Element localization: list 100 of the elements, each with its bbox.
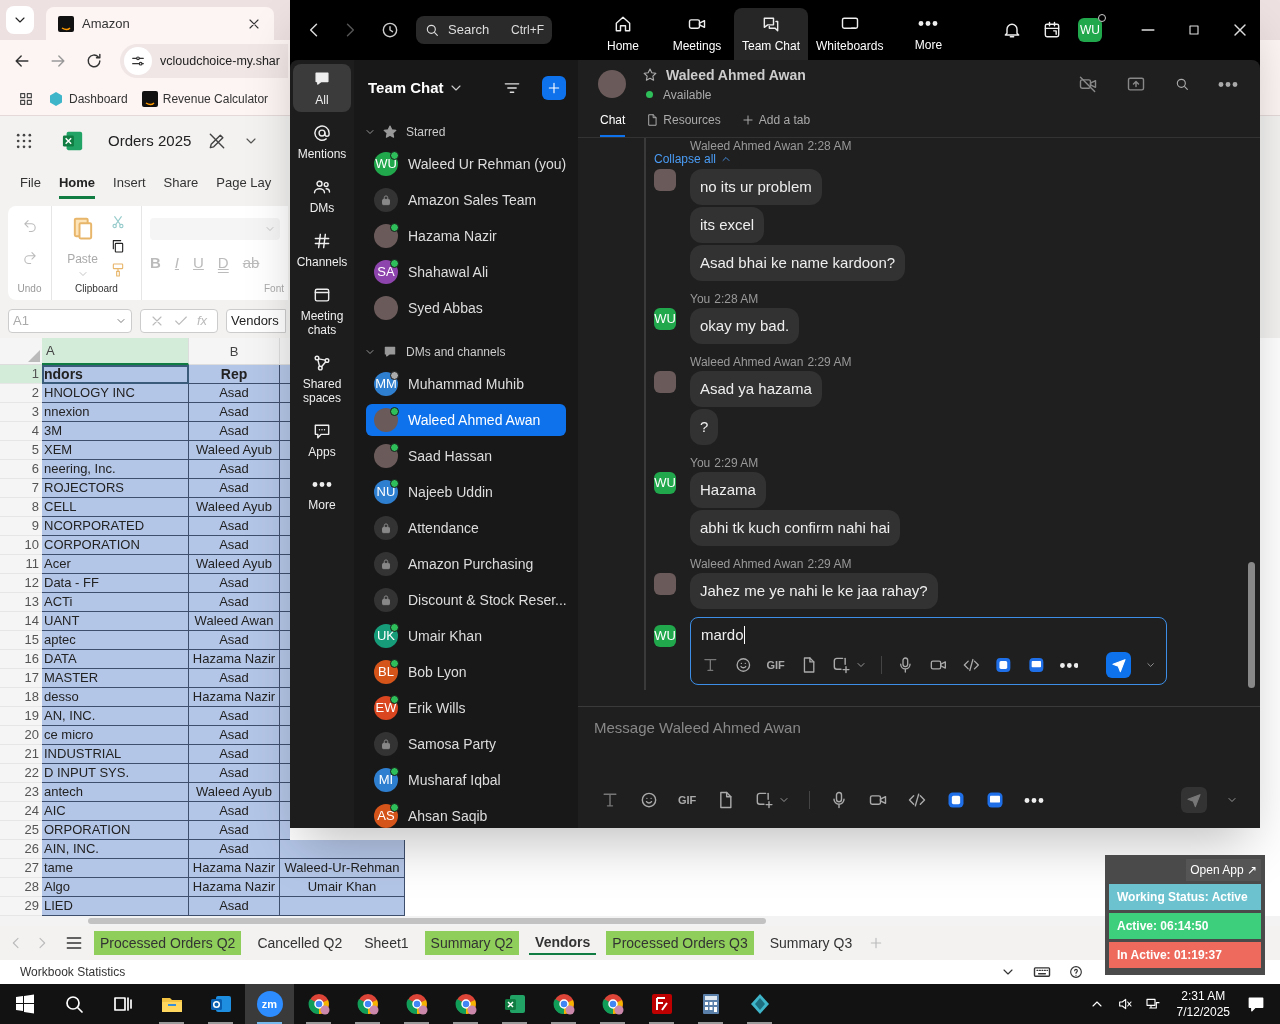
row-number[interactable]: 2 <box>0 384 42 403</box>
nav-tab[interactable]: Whiteboards <box>808 8 892 60</box>
send-button[interactable] <box>1106 652 1131 678</box>
browser-profile-icon[interactable] <box>355 992 380 1016</box>
row-number[interactable]: 8 <box>0 498 42 517</box>
ribbon-tab[interactable]: Insert <box>113 169 146 199</box>
message-input[interactable]: Message Waleed Ahmed Awan <box>594 707 1244 787</box>
list-title[interactable]: Team Chat <box>368 76 444 100</box>
contact-name[interactable]: Waleed Ahmed Awan <box>666 64 806 86</box>
row-number[interactable]: 24 <box>0 802 42 821</box>
search-field[interactable]: Search Ctrl+F <box>416 16 552 44</box>
chat-list-item[interactable]: MM Muhammad Muhib <box>366 368 566 400</box>
reply-input[interactable]: mardo <box>701 624 1156 646</box>
chat-list-item[interactable]: Discount & Stock Reser... <box>366 584 566 616</box>
ftp-app-icon[interactable] <box>649 992 674 1016</box>
screenshot-icon[interactable] <box>754 790 775 810</box>
row-number[interactable]: 3 <box>0 403 42 422</box>
chat-list-item[interactable]: BL Bob Lyon <box>366 656 566 688</box>
sheet-tab[interactable]: Summary Q3 <box>763 931 859 955</box>
chat-list-item[interactable]: Saad Hassan <box>366 440 566 472</box>
gif-button[interactable]: GIF <box>766 656 785 674</box>
chat-list-item[interactable]: Samosa Party <box>366 728 566 760</box>
row-number[interactable]: 13 <box>0 593 42 612</box>
share-screen-icon[interactable] <box>1126 74 1146 94</box>
browser-profile-icon[interactable] <box>600 992 625 1016</box>
address-bar[interactable]: vcloudchoice-my.shar <box>120 44 288 78</box>
chat-tab[interactable]: Add a tab <box>740 109 811 137</box>
chat-list-item[interactable]: Amazon Purchasing <box>366 548 566 580</box>
row-number[interactable]: 20 <box>0 726 42 745</box>
sidebar-item[interactable]: Mentions <box>293 118 351 166</box>
browser-profile-icon[interactable] <box>453 992 478 1016</box>
history-icon[interactable] <box>380 20 400 40</box>
formula-field[interactable]: Vendors <box>226 309 286 333</box>
more-icon[interactable] <box>1059 662 1079 668</box>
video-off-icon[interactable] <box>1078 74 1098 94</box>
app-icon[interactable] <box>946 790 967 810</box>
row-number[interactable]: 22 <box>0 764 42 783</box>
row-number[interactable]: 29 <box>0 897 42 916</box>
chat-list-item[interactable]: NU Najeeb Uddin <box>366 476 566 508</box>
row-number[interactable]: 12 <box>0 574 42 593</box>
chat-list-item[interactable]: UK Umair Khan <box>366 620 566 652</box>
row-number[interactable]: 7 <box>0 479 42 498</box>
gif-button[interactable]: GIF <box>678 791 697 809</box>
start-icon[interactable] <box>14 994 35 1014</box>
sidebar-item[interactable]: Channels <box>293 226 351 274</box>
sheet-tab[interactable]: Summary Q2 <box>424 931 520 955</box>
help-icon[interactable] <box>1068 964 1084 980</box>
chat-tab[interactable]: Resources <box>645 109 721 137</box>
bookmark-link[interactable]: Revenue Calculator <box>141 89 269 108</box>
browser-profile-icon[interactable] <box>306 992 331 1016</box>
browser-profile-icon[interactable] <box>551 992 576 1016</box>
chat-list-item[interactable]: SA Shahawal Ali <box>366 256 566 288</box>
file-name[interactable]: Orders 2025 <box>108 129 192 153</box>
sheet-tab[interactable]: Processed Orders Q2 <box>94 931 242 955</box>
row-number[interactable]: 4 <box>0 422 42 441</box>
row-number[interactable]: 27 <box>0 859 42 878</box>
sidebar-item[interactable]: Meeting chats <box>293 280 351 342</box>
row-number[interactable]: 28 <box>0 878 42 897</box>
more-icon[interactable] <box>1218 81 1238 87</box>
sidebar-item[interactable]: DMs <box>293 172 351 220</box>
row-number[interactable]: 11 <box>0 555 42 574</box>
chat-list-item[interactable]: Attendance <box>366 512 566 544</box>
status-text[interactable]: Workbook Statistics <box>20 963 126 981</box>
section-header[interactable]: DMs and channels <box>354 336 578 368</box>
row-number[interactable]: 18 <box>0 688 42 707</box>
emoji-icon[interactable] <box>639 790 659 810</box>
row-number[interactable]: 5 <box>0 441 42 460</box>
row-number[interactable]: 26 <box>0 840 42 859</box>
code-icon[interactable] <box>907 790 928 810</box>
star-outline-icon[interactable] <box>642 67 658 83</box>
column-header[interactable]: B <box>189 338 280 365</box>
sidebar-item[interactable]: Apps <box>293 416 351 464</box>
clock-date[interactable]: 7/12/2025 <box>1176 1004 1230 1020</box>
spreadsheet-app-icon[interactable] <box>502 992 527 1016</box>
speaker-muted-icon[interactable] <box>1116 996 1133 1012</box>
row-number[interactable]: 10 <box>0 536 42 555</box>
chat-list-item[interactable]: Hazama Nazir <box>366 220 566 252</box>
app-icon[interactable] <box>1027 655 1046 675</box>
sidebar-item[interactable]: All <box>293 64 351 112</box>
ribbon-tab[interactable]: File <box>20 169 41 199</box>
browser-profile-icon[interactable] <box>404 992 429 1016</box>
chat-list-item[interactable]: Amazon Sales Team <box>366 184 566 216</box>
row-number[interactable]: 15 <box>0 631 42 650</box>
nav-tab[interactable]: Team Chat <box>734 8 809 60</box>
network-icon[interactable] <box>1144 996 1161 1012</box>
sheet-tab[interactable]: Vendors <box>529 931 597 955</box>
nav-tab[interactable]: Meetings <box>660 8 734 60</box>
chat-list-item[interactable]: AS Ahsan Saqib <box>366 800 566 828</box>
chat-list-item[interactable]: Syed Abbas <box>366 292 566 324</box>
section-header[interactable]: Starred <box>354 116 578 148</box>
apps-grid-icon[interactable] <box>18 90 34 107</box>
row-number[interactable]: 23 <box>0 783 42 802</box>
new-chat-button[interactable] <box>542 76 566 100</box>
row-number[interactable]: 25 <box>0 821 42 840</box>
scrollbar-thumb[interactable] <box>1248 562 1255 688</box>
search-icon[interactable] <box>1174 76 1190 92</box>
chat-tab[interactable]: Chat <box>600 109 626 137</box>
nav-tab[interactable]: Home <box>586 8 660 60</box>
notifications-icon[interactable] <box>1246 994 1266 1014</box>
sidebar-item[interactable]: Shared spaces <box>293 348 351 410</box>
